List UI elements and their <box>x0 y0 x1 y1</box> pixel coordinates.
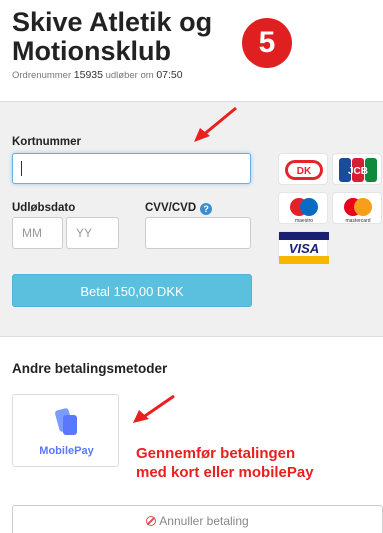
svg-text:VISA: VISA <box>289 241 319 256</box>
step-badge: 5 <box>242 18 292 68</box>
order-info: Ordrenummer 15935 udløber om 07:50 <box>12 69 312 81</box>
mastercard-logo: mastercard <box>332 192 382 224</box>
svg-text:mastercard: mastercard <box>345 218 370 224</box>
pay-button[interactable]: Betal 150,00 DKK <box>12 274 252 307</box>
mobilepay-label: MobilePay <box>39 445 94 457</box>
cvv-input[interactable] <box>145 217 251 249</box>
svg-text:JCB: JCB <box>348 166 368 177</box>
svg-text:maestro: maestro <box>295 218 313 224</box>
maestro-logo: maestro <box>278 192 328 224</box>
mobilepay-button[interactable]: MobilePay <box>12 394 119 467</box>
annotation-line-2: med kort eller mobilePay <box>136 464 314 481</box>
red-arrow-icon <box>194 106 237 142</box>
order-number: 15935 <box>73 69 103 81</box>
red-arrow-icon <box>133 394 175 423</box>
annotation-line-1: Gennemfør betalingen <box>136 445 296 462</box>
dankort-logo: DK <box>278 153 328 185</box>
mobilepay-icon <box>55 408 77 435</box>
order-prefix: Ordrenummer <box>12 70 72 81</box>
jcb-logo: JCB <box>332 153 382 185</box>
cancel-icon <box>146 516 157 526</box>
instruction-annotation: Gennemfør betalingen med kort eller mobi… <box>136 444 381 482</box>
question-icon[interactable]: ? <box>200 203 213 215</box>
cvv-label-text: CVV/CVD <box>145 202 197 214</box>
cvv-label: CVV/CVD? <box>145 202 213 215</box>
expiry-label: Udløbsdato <box>12 202 76 214</box>
expires-text: udløber om <box>105 70 154 81</box>
cancel-label: Annuller betaling <box>159 514 249 528</box>
alternative-methods-title: Andre betalingsmetoder <box>12 361 168 376</box>
expiry-year-input[interactable]: YY <box>66 217 119 249</box>
cancel-payment-button[interactable]: Annuller betaling <box>12 505 383 533</box>
svg-text:DK: DK <box>297 166 312 177</box>
text-caret <box>21 161 22 176</box>
card-number-label: Kortnummer <box>12 136 82 148</box>
expires-time: 07:50 <box>156 69 183 81</box>
expiry-month-input[interactable]: MM <box>12 217 63 249</box>
visa-logo: VISA <box>278 231 329 264</box>
card-number-input[interactable] <box>12 153 251 184</box>
